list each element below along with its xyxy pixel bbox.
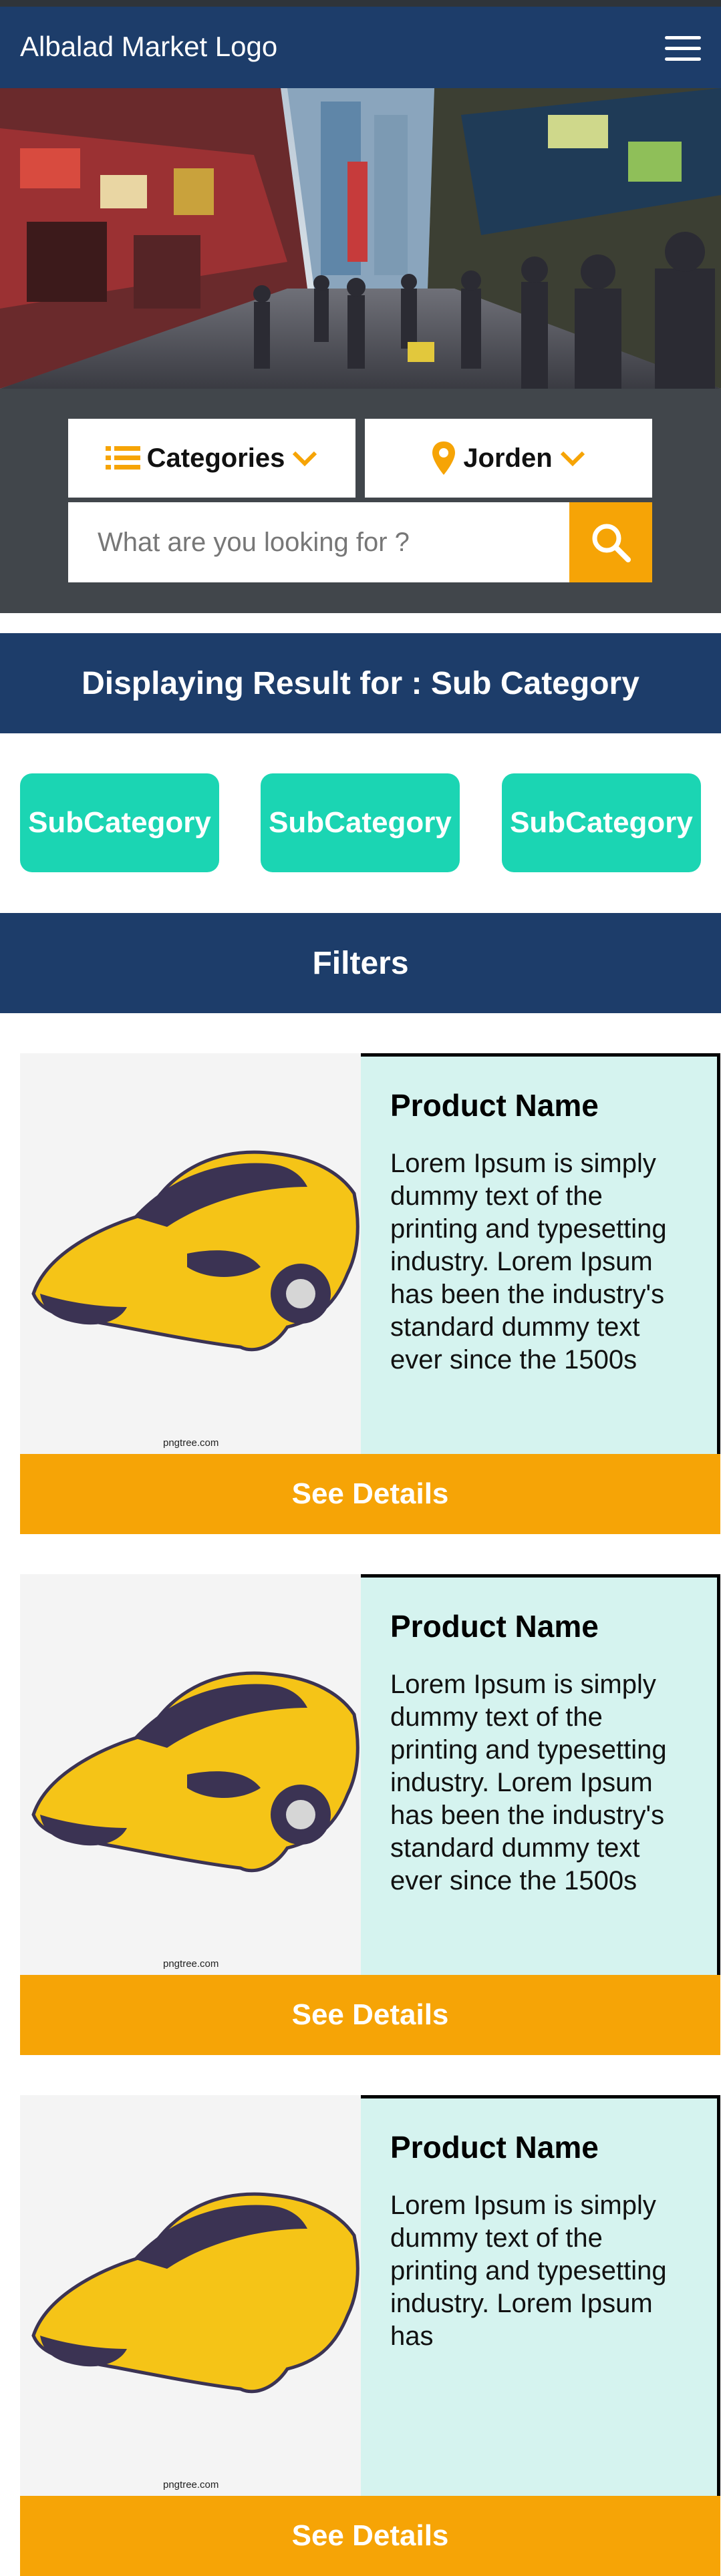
map-pin-icon [432,441,456,475]
site-logo[interactable]: Albalad Market Logo [20,31,277,63]
filters-button[interactable]: Filters [0,913,721,1013]
search-button[interactable] [569,502,652,582]
product-info: Product Name Lorem Ipsum is simply dummy… [361,1053,720,1454]
see-details-button[interactable]: See Details [20,1454,720,1534]
product-description: Lorem Ipsum is simply dummy text of the … [390,1670,667,1895]
location-label: Jorden [463,443,553,473]
see-details-button[interactable]: See Details [20,1975,720,2055]
results-heading: Displaying Result for : Sub Category [0,633,721,733]
top-navbar: Albalad Market Logo [0,0,721,88]
search-panel: Categories Jorden [0,389,721,613]
product-info: Product Name Lorem Ipsum is simply dummy… [361,2095,720,2496]
hamburger-menu-icon[interactable] [665,36,701,63]
subcategory-chip[interactable]: SubCategory [20,773,219,872]
product-image[interactable]: pngtree.com [20,1053,361,1454]
product-name[interactable]: Product Name [390,1087,690,1123]
product-image[interactable]: pngtree.com [20,2095,361,2496]
product-image[interactable]: pngtree.com [20,1574,361,1975]
product-info: Product Name Lorem Ipsum is simply dummy… [361,1574,720,1975]
product-name[interactable]: Product Name [390,1608,690,1644]
subcategory-chip[interactable]: SubCategory [502,773,701,872]
search-icon [592,524,631,562]
search-input[interactable] [68,502,569,582]
image-watermark: pngtree.com [163,2479,219,2491]
chevron-down-icon [560,451,585,467]
product-description: Lorem Ipsum is simply dummy text of the … [390,2191,667,2351]
location-dropdown[interactable]: Jorden [365,419,652,498]
list-icon [105,446,140,470]
image-watermark: pngtree.com [163,1958,219,1970]
see-details-button[interactable]: See Details [20,2496,720,2576]
product-name[interactable]: Product Name [390,2129,690,2165]
categories-dropdown[interactable]: Categories [68,419,355,498]
chevron-down-icon [293,451,317,467]
categories-label: Categories [146,443,285,473]
image-watermark: pngtree.com [163,1437,219,1449]
hero-market-image [0,88,721,389]
product-description: Lorem Ipsum is simply dummy text of the … [390,1149,667,1374]
subcategory-chip[interactable]: SubCategory [261,773,460,872]
